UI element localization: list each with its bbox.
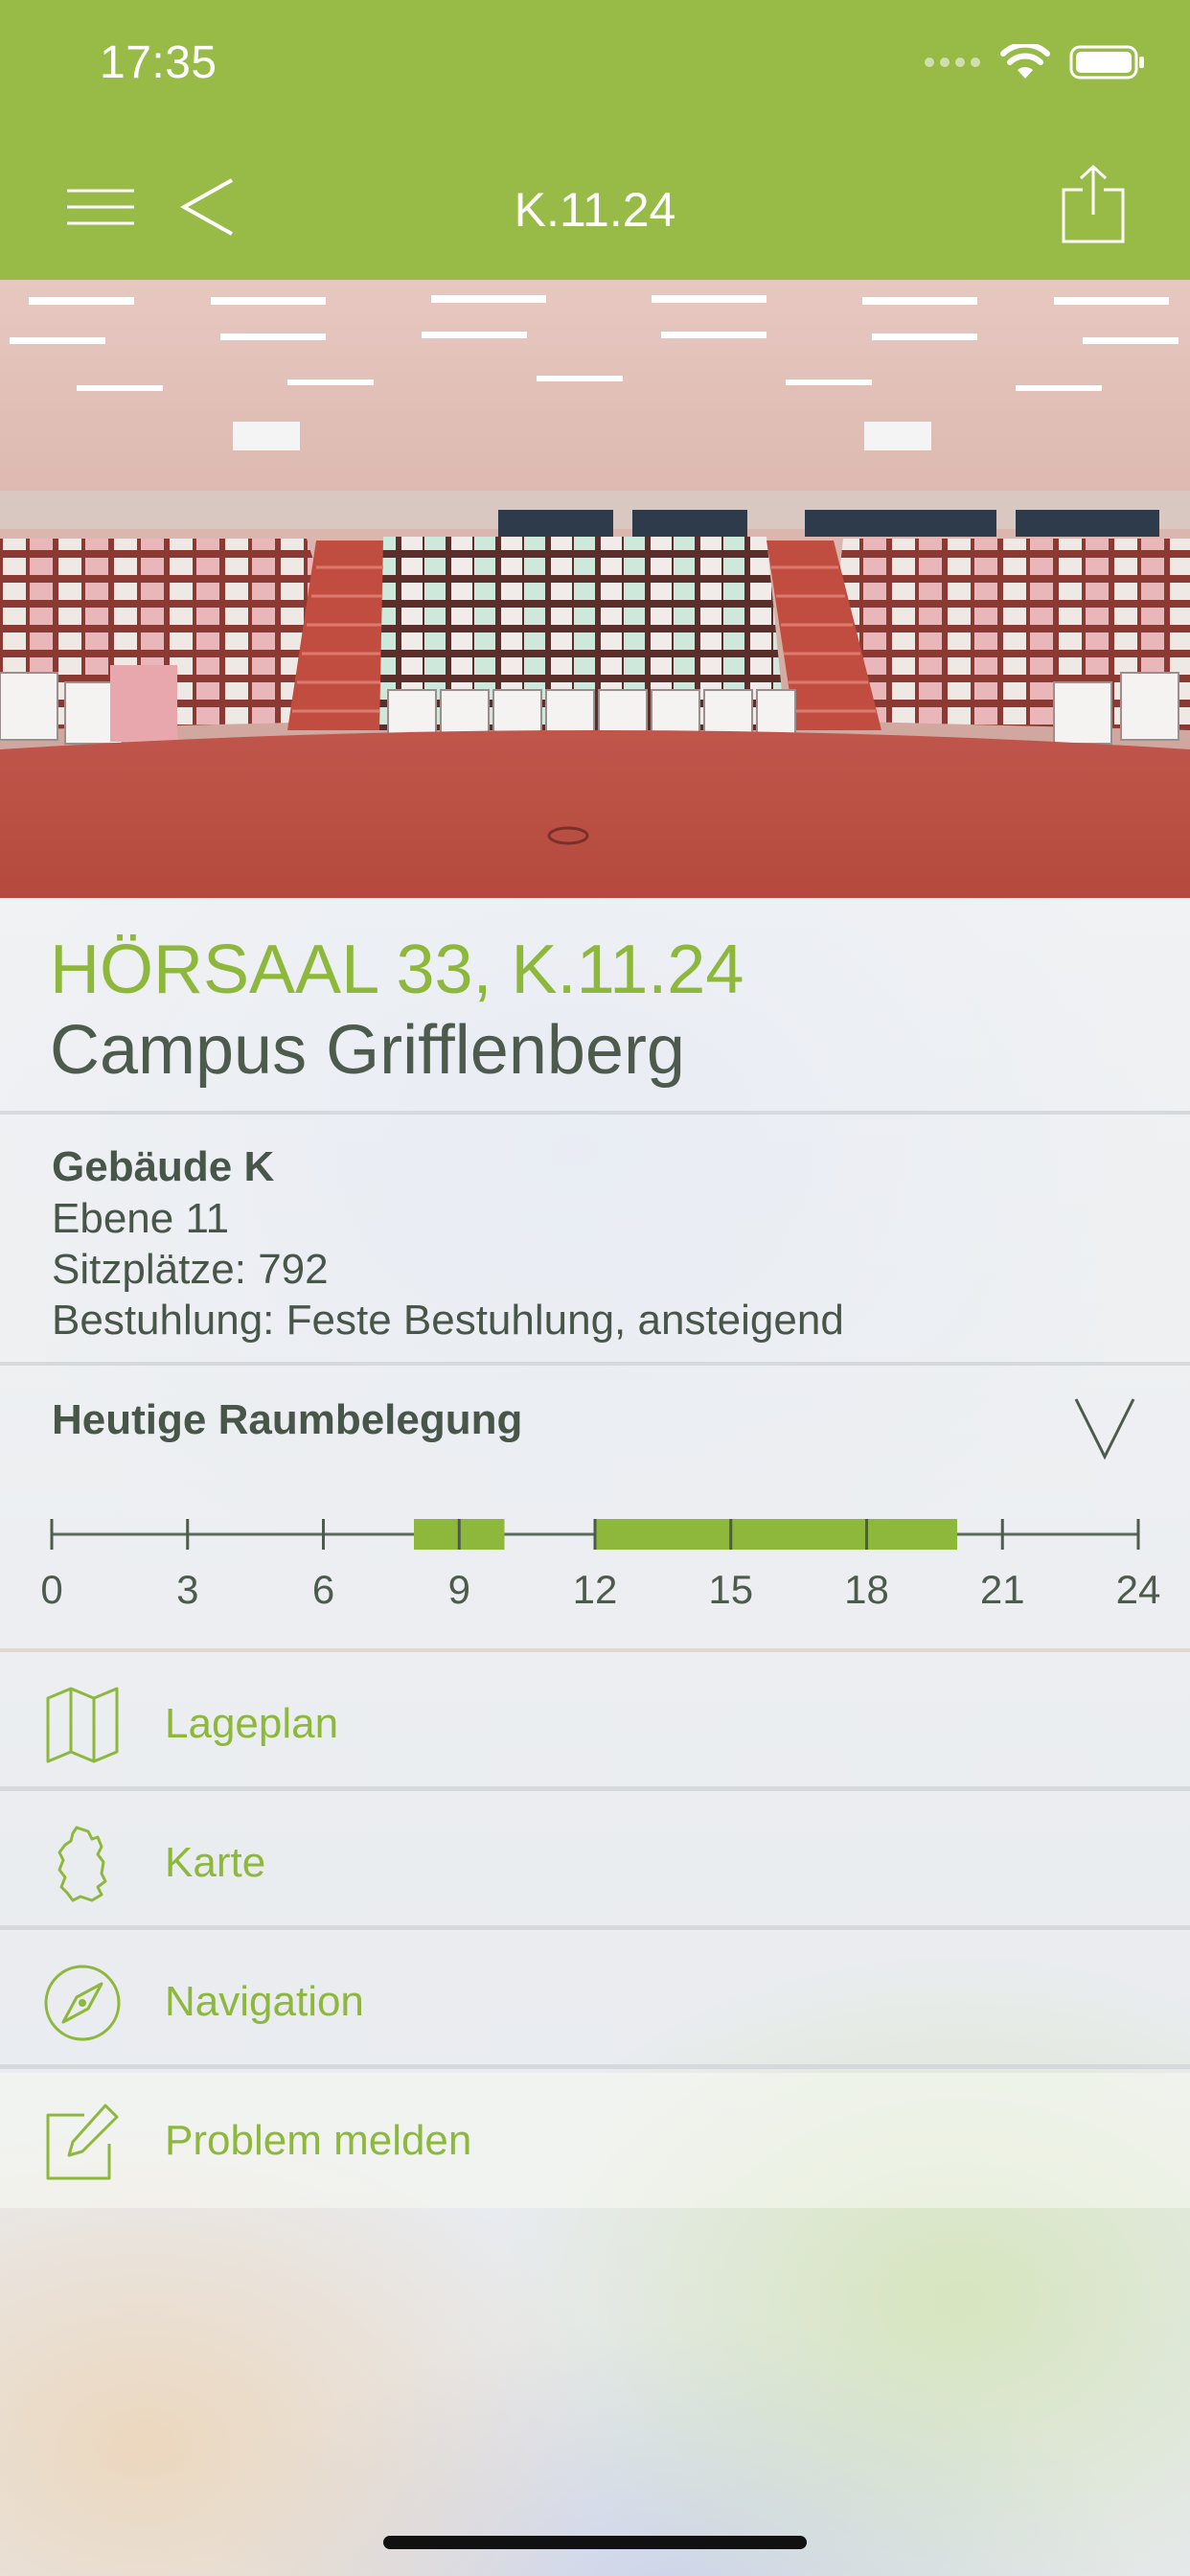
- building-label: Gebäude K: [52, 1143, 275, 1190]
- battery-icon: [1069, 45, 1144, 80]
- action-label: Karte: [165, 1839, 266, 1886]
- action-label: Problem melden: [165, 2117, 472, 2164]
- share-icon[interactable]: [1062, 165, 1125, 243]
- seats-label: Sitzplätze: 792: [52, 1246, 329, 1293]
- occupied-range-1: [595, 1519, 957, 1550]
- timeline-tick-label: 21: [980, 1567, 1025, 1612]
- status-time: 17:35: [100, 37, 217, 88]
- home-indicator: [383, 2536, 807, 2549]
- action-problem-melden[interactable]: Problem melden: [0, 2073, 1190, 2208]
- level-label: Ebene 11: [52, 1195, 230, 1242]
- timeline-tick-label: 3: [176, 1567, 198, 1612]
- map-icon: [46, 1687, 119, 1763]
- timeline-tick-label: 6: [312, 1567, 334, 1612]
- action-navigation[interactable]: Navigation: [0, 1934, 1190, 2069]
- action-label: Navigation: [165, 1978, 364, 2025]
- timeline-tick-label: 9: [448, 1567, 470, 1612]
- occupancy-timeline: 0 3 6 9 12 15 18 21 24: [40, 1519, 1161, 1612]
- edit-report-icon: [46, 2104, 119, 2180]
- room-title: HÖRSAAL 33, K.11.24: [50, 932, 744, 1008]
- occupancy-title: Heutige Raumbelegung: [52, 1396, 523, 1443]
- timeline-tick-label: 0: [40, 1567, 62, 1612]
- action-lageplan[interactable]: Lageplan: [0, 1656, 1190, 1791]
- timeline-tick-label: 24: [1116, 1567, 1161, 1612]
- room-details: Gebäude K Ebene 11 Sitzplätze: 792 Bestu…: [0, 1118, 1190, 1366]
- signal-icon: [925, 58, 980, 67]
- timeline-tick-label: 15: [708, 1567, 753, 1612]
- lecture-hall-photo: [0, 280, 1190, 898]
- occupancy-section[interactable]: Heutige Raumbelegung 0 3 6 9 12 15 18 21 24: [0, 1369, 1190, 1652]
- timeline-tick-label: 18: [844, 1567, 889, 1612]
- nav-title: K.11.24: [514, 183, 676, 237]
- campus-name: Campus Grifflenberg: [50, 1012, 685, 1089]
- timeline-tick-label: 12: [573, 1567, 618, 1612]
- status-indicators: [924, 44, 1146, 80]
- compass-icon: [44, 1965, 121, 2041]
- chevron-down-icon[interactable]: [1073, 1396, 1136, 1460]
- room-header: HÖRSAAL 33, K.11.24 Campus Grifflenberg: [0, 898, 1190, 1115]
- action-karte[interactable]: Karte: [0, 1795, 1190, 1930]
- action-label: Lageplan: [165, 1700, 339, 1747]
- germany-map-icon: [57, 1826, 107, 1902]
- top-bar: 17:35 K.11.24: [0, 0, 1190, 280]
- seating-label: Bestuhlung: Feste Bestuhlung, ansteigend: [52, 1297, 844, 1344]
- wifi-icon: [1000, 44, 1050, 79]
